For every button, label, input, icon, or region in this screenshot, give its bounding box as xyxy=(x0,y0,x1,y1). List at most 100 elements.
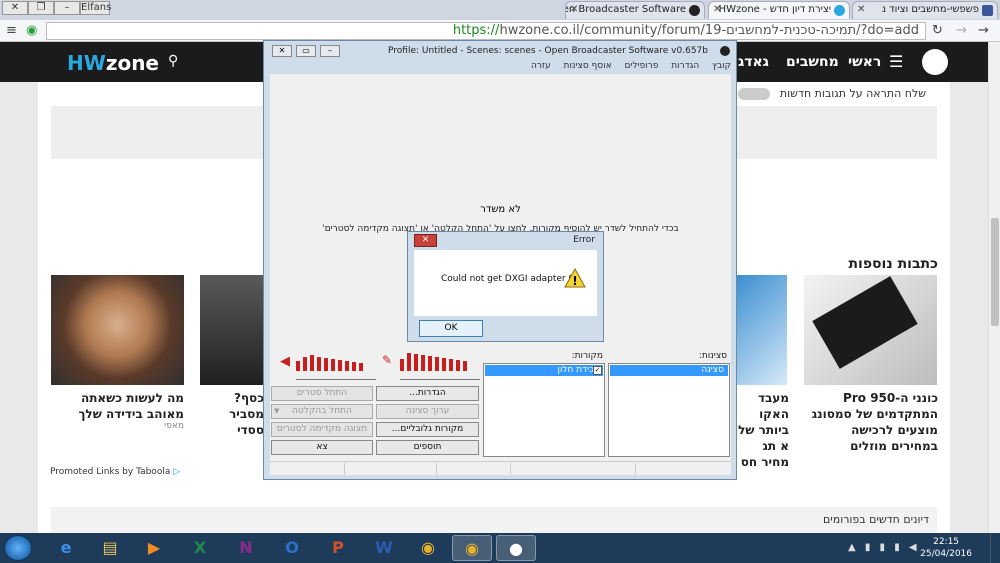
tab-close-icon[interactable]: ✕ xyxy=(857,4,865,15)
back-icon[interactable]: → xyxy=(978,23,989,38)
article-title-cpu[interactable]: מעבד האקו ביותר של א תג מחיר חס xyxy=(735,390,789,470)
mic-volume-slider[interactable] xyxy=(400,376,480,380)
meter-bar xyxy=(414,354,418,371)
meter-bar xyxy=(428,356,432,371)
source-checkbox[interactable]: ✓ xyxy=(593,366,602,375)
taskbar-clock[interactable]: 22:15 25/04/2016 xyxy=(920,536,972,560)
clock-time: 22:15 xyxy=(933,537,960,547)
taboola-credit[interactable]: Promoted Links by Taboola ▷ xyxy=(50,467,180,477)
site-search-icon[interactable]: ⚲ xyxy=(168,53,178,69)
excel-icon[interactable]: X xyxy=(180,535,220,561)
tab-facebook[interactable]: ✕ פשפשי-מחשבים וציוד נ xyxy=(852,1,998,19)
error-close-button[interactable]: ✕ xyxy=(414,234,437,247)
window-user-badge[interactable]: Elfans xyxy=(80,1,111,15)
article-image-samsung[interactable] xyxy=(804,275,937,385)
nav-home[interactable]: ראשי xyxy=(848,54,881,70)
obs-logo-icon xyxy=(720,46,730,56)
window-close-button[interactable]: ✕ xyxy=(2,1,28,15)
system-tray[interactable]: ▲ ▮ ▮ ▮ ◀ xyxy=(848,542,920,553)
obs-minimize-button[interactable]: – xyxy=(320,45,340,57)
reload-icon[interactable]: ↻ xyxy=(932,23,943,38)
menu-settings[interactable]: הגדרות xyxy=(671,61,699,71)
source-item[interactable]: לכידת חלון ✓ xyxy=(485,365,603,376)
start-recording-label: התחל בהקלטה xyxy=(292,406,352,416)
start-button[interactable] xyxy=(4,535,32,561)
microphone-icon[interactable]: ✎ xyxy=(382,353,392,367)
menu-help[interactable]: עזרה xyxy=(531,61,551,71)
obs-status-bar xyxy=(270,461,731,475)
nav-computers[interactable]: מחשבים xyxy=(786,54,839,70)
hwzone-favicon-icon xyxy=(834,5,845,16)
edit-scene-button[interactable]: ערוך סצינה xyxy=(376,404,479,419)
exit-button[interactable]: צא xyxy=(271,440,373,455)
dropdown-arrow-icon[interactable]: ▼ xyxy=(274,405,279,418)
obs-menu-bar: קובץ הגדרות פרופילים אוסף סצינות עזרה xyxy=(270,61,731,73)
speaker-icon[interactable]: ◀ xyxy=(280,354,290,369)
article-image-cpu[interactable] xyxy=(735,275,787,385)
start-stream-button[interactable]: התחל סטרים xyxy=(271,386,373,401)
obs-taskbar-icon[interactable]: ● xyxy=(496,535,536,561)
meter-bar xyxy=(359,363,363,371)
scenes-list[interactable]: סצינה xyxy=(608,363,730,457)
chrome-active-icon[interactable]: ◉ xyxy=(452,535,492,561)
menu-profiles[interactable]: פרופילים xyxy=(625,61,659,71)
article-title-money[interactable]: כסף? מסביר ססדי xyxy=(204,390,264,438)
extension-icon[interactable]: ◉ xyxy=(26,23,37,38)
scrollbar-thumb[interactable] xyxy=(991,218,999,326)
tab-close-icon[interactable]: ✕ xyxy=(570,4,578,15)
chrome-icon[interactable]: ◉ xyxy=(408,535,448,561)
address-bar[interactable]: https://hwzone.co.il/community/forum/19-… xyxy=(46,22,926,40)
plugins-button[interactable]: תוספים xyxy=(376,440,479,455)
hamburger-icon[interactable]: ☰ xyxy=(889,52,903,71)
url-scheme: https:// xyxy=(452,23,500,38)
nav-gadgets[interactable]: גאדג xyxy=(738,54,769,70)
meter-bar xyxy=(400,359,404,371)
hwzone-logo[interactable]: HWzone xyxy=(67,51,159,75)
onenote-icon[interactable]: N xyxy=(226,535,266,561)
internet-explorer-icon[interactable]: e xyxy=(46,535,86,561)
error-ok-button[interactable]: OK xyxy=(419,320,483,337)
file-explorer-icon[interactable]: ▤ xyxy=(90,535,130,561)
scene-item[interactable]: סצינה xyxy=(610,365,728,376)
obs-maximize-button[interactable]: ▭ xyxy=(296,45,316,57)
tab-close-icon[interactable]: ✕ xyxy=(713,4,721,15)
ssd-shape xyxy=(812,276,918,369)
tab-title: יצירת דיון חדש - HWzone xyxy=(718,4,831,15)
user-avatar[interactable] xyxy=(922,49,948,75)
obs-title: Profile: Untitled - Scenes: scenes - Ope… xyxy=(388,46,708,56)
start-recording-button[interactable]: התחל בהקלטה ▼ xyxy=(271,404,373,419)
menu-scene-collection[interactable]: אוסף סצינות xyxy=(564,61,612,71)
desktop-volume-slider[interactable] xyxy=(296,376,376,380)
tab-title: Open Broadcaster Software xyxy=(566,4,686,15)
global-sources-button[interactable]: מקורות גלובליים... xyxy=(376,422,479,437)
menu-icon[interactable]: ≡ xyxy=(6,23,17,38)
article-image-woman[interactable] xyxy=(51,275,184,385)
notify-toggle-label[interactable]: שלח התראה על תגובות חדשות xyxy=(738,87,926,100)
word-icon[interactable]: W xyxy=(364,535,404,561)
outlook-icon[interactable]: O xyxy=(272,535,312,561)
article-title-samsung[interactable]: כונני ה-950 Pro המתקדמים של סמסונג מוצעי… xyxy=(808,390,938,454)
forward-icon[interactable]: → xyxy=(956,23,967,38)
tab-obs[interactable]: ✕ Open Broadcaster Software xyxy=(565,1,705,19)
media-player-icon[interactable]: ▶ xyxy=(134,535,174,561)
show-desktop-button[interactable] xyxy=(990,533,1000,563)
meter-bar xyxy=(296,361,300,371)
notify-toggle[interactable] xyxy=(738,88,771,100)
settings-button[interactable]: הגדרות... xyxy=(376,386,479,401)
preview-stream-button[interactable]: תצוגה מקדימה לסטרים xyxy=(271,422,373,437)
obs-close-button[interactable]: ✕ xyxy=(272,45,292,57)
article-image-desk[interactable] xyxy=(200,275,265,385)
article-title-love[interactable]: מה לעשות כשאתה מאוהב בידידה שלך xyxy=(51,390,185,422)
meter-bar xyxy=(310,355,314,371)
page-scrollbar[interactable] xyxy=(988,42,1000,533)
powerpoint-icon[interactable]: P xyxy=(318,535,358,561)
status-cell xyxy=(510,463,511,475)
menu-file[interactable]: קובץ xyxy=(712,61,731,71)
status-cell xyxy=(635,463,636,475)
obs-favicon-icon xyxy=(689,5,700,16)
tab-hwzone-new-topic[interactable]: ✕ יצירת דיון חדש - HWzone xyxy=(708,1,850,19)
window-restore-button[interactable]: ❐ xyxy=(28,1,54,15)
meter-bar xyxy=(352,362,356,371)
sources-list[interactable]: לכידת חלון ✓ xyxy=(483,363,605,457)
window-minimize-button[interactable]: – xyxy=(54,1,80,15)
